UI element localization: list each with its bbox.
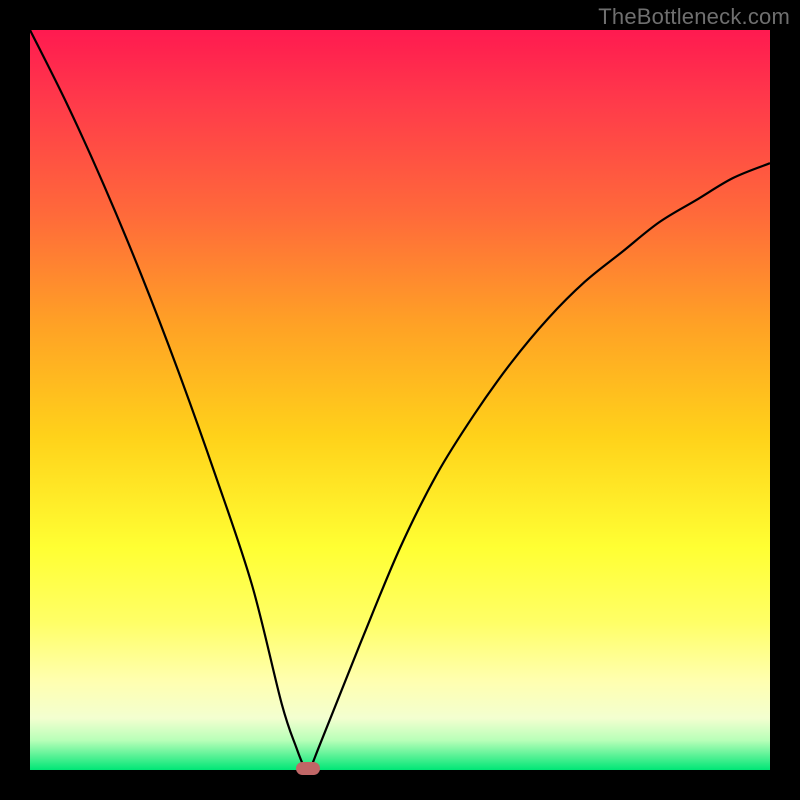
chart-frame: TheBottleneck.com [0, 0, 800, 800]
plot-area [30, 30, 770, 770]
bottleneck-curve [30, 30, 770, 770]
watermark-text: TheBottleneck.com [598, 4, 790, 30]
minimum-marker [296, 762, 320, 775]
